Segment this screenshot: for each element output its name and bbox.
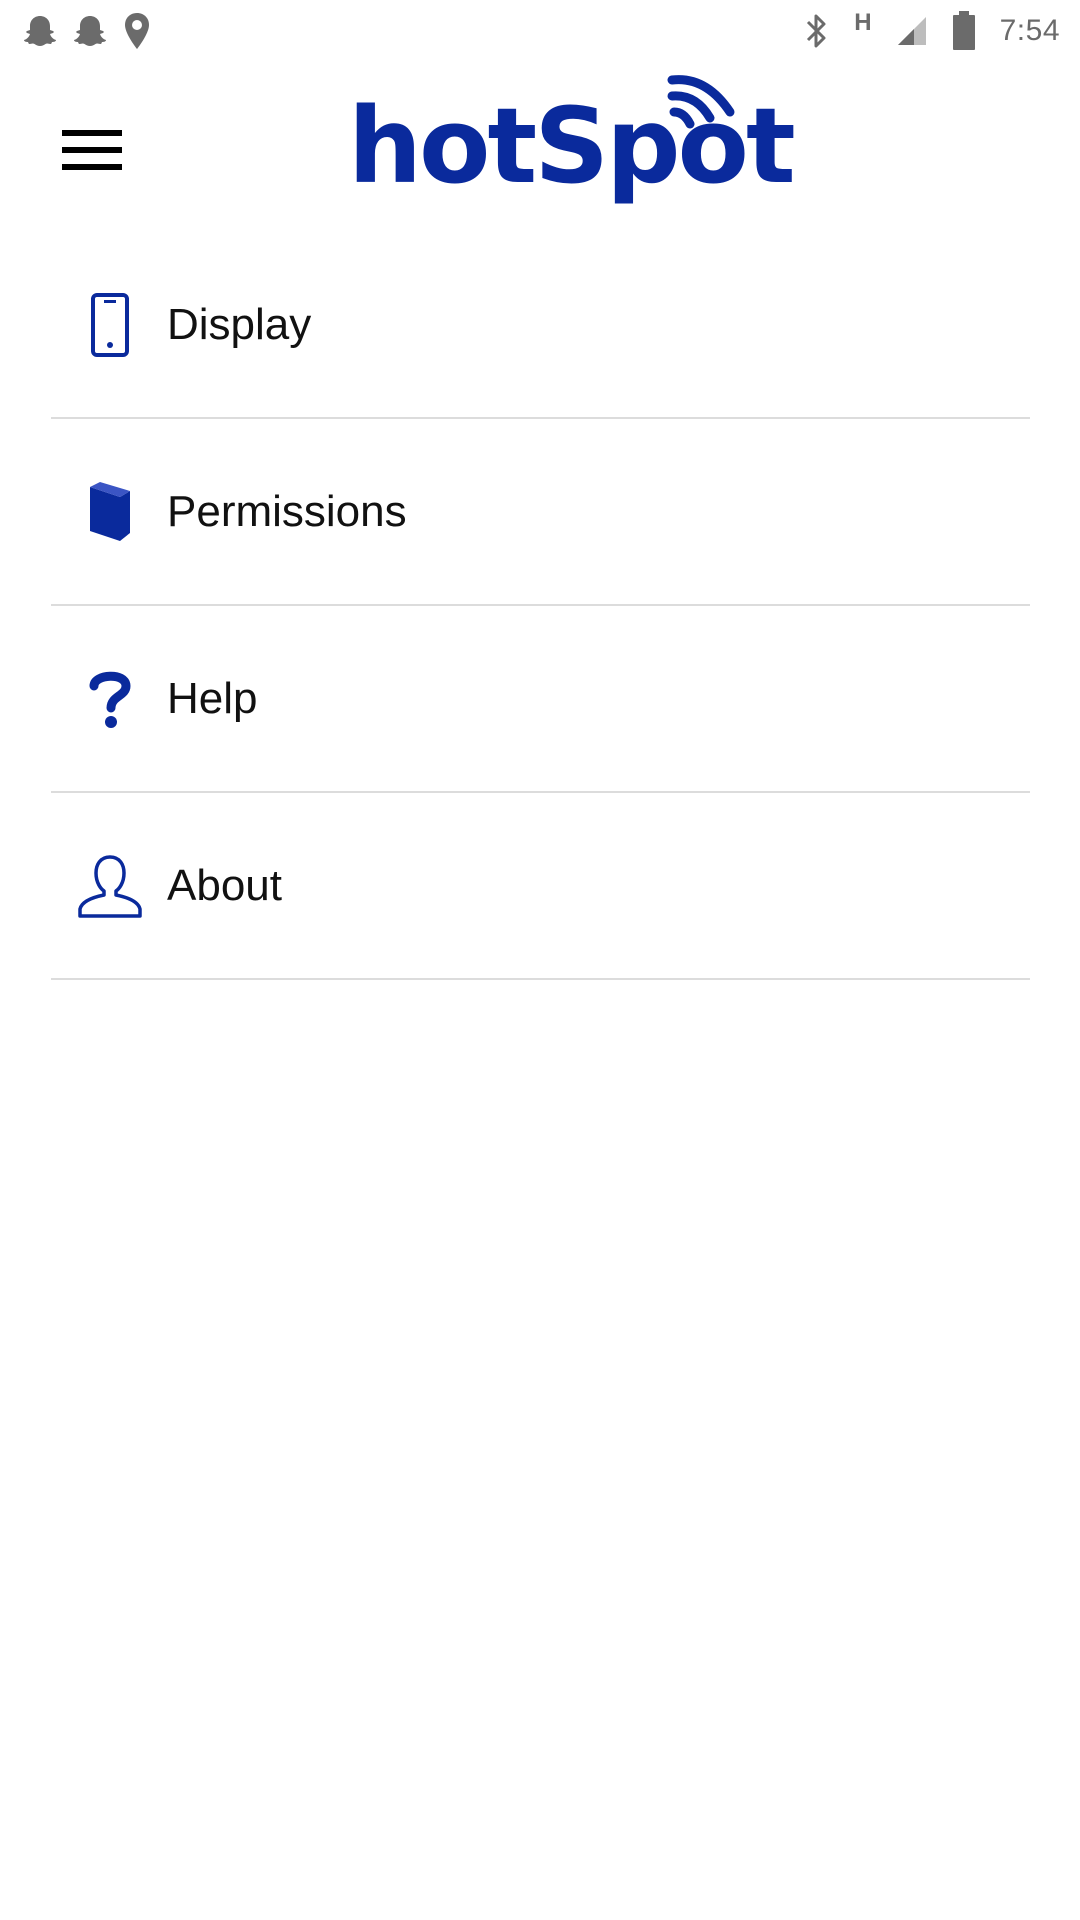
snapchat-ghost-icon [74,16,106,46]
menu-item-label: Permissions [167,486,407,536]
menu-button[interactable] [46,114,138,186]
user-outline-icon [75,851,145,921]
menu-item-about[interactable]: About [51,793,1030,980]
app-bar: hotSpot [0,62,1080,232]
question-mark-icon [75,664,145,734]
book-icon [75,477,145,547]
status-bar: H 7:54 [0,0,1080,62]
status-time: 7:54 [999,14,1060,47]
status-left-icons [22,11,166,51]
hamburger-menu-icon [62,130,122,170]
screen: H 7:54 hotSpot Display Permissions Help … [0,0,1080,1920]
location-pin-icon [125,13,149,49]
settings-menu-list: Display Permissions Help About [0,232,1080,980]
menu-item-label: Help [167,673,258,723]
menu-item-permissions[interactable]: Permissions [51,419,1030,606]
menu-item-help[interactable]: Help [51,606,1030,793]
phone-icon [75,290,145,360]
cell-signal-icon [897,17,926,45]
bluetooth-icon [807,14,826,48]
status-right-icons: H 7:54 [780,9,1060,51]
menu-item-label: Display [167,299,312,349]
app-logo: hotSpot [348,66,796,216]
wifi-waves-icon [667,75,735,129]
snapchat-ghost-icon [24,16,56,46]
network-h-icon: H [854,9,872,36]
menu-item-label: About [167,860,282,910]
battery-icon [952,11,975,50]
menu-item-display[interactable]: Display [51,232,1030,419]
